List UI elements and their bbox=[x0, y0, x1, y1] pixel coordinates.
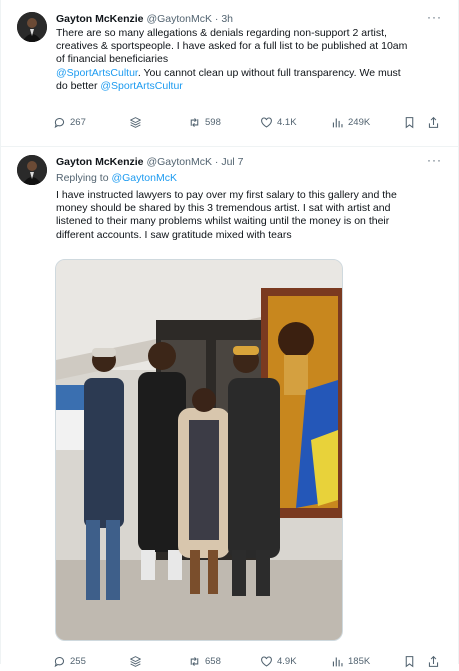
repost-count: 598 bbox=[205, 117, 221, 128]
views-icon bbox=[332, 118, 343, 128]
dot-separator: · bbox=[214, 13, 219, 25]
bookmark-icon bbox=[405, 117, 414, 129]
views-count: 185K bbox=[348, 656, 371, 667]
tweet-actions: 267 598 4.1K 249K bbox=[53, 116, 445, 132]
tweet-photo[interactable] bbox=[55, 259, 343, 641]
like-count: 4.1K bbox=[277, 117, 297, 128]
text-line: creatives & sportspeople. I have asked f… bbox=[56, 40, 408, 53]
author-handle[interactable]: @GaytonMcK bbox=[146, 13, 212, 25]
like-button[interactable]: 4.1K bbox=[260, 116, 297, 129]
text-segment: do better bbox=[56, 79, 98, 92]
mention-link[interactable]: @SportArtsCultur bbox=[56, 67, 138, 79]
more-options-icon[interactable]: ··· bbox=[427, 153, 442, 167]
like-count: 4.9K bbox=[277, 656, 297, 667]
bookmark-icon bbox=[405, 656, 414, 668]
author-name[interactable]: Gayton McKenzie bbox=[56, 156, 144, 168]
share-icon bbox=[428, 116, 439, 128]
author-handle[interactable]: @GaytonMcK bbox=[146, 156, 212, 168]
text-line: of financial beneficiaries bbox=[56, 53, 169, 66]
reply-icon bbox=[54, 117, 65, 129]
tweet-1[interactable]: Gayton McKenzie @GaytonMcK · 3h ··· Ther… bbox=[1, 0, 459, 147]
grok-icon bbox=[130, 656, 141, 667]
tweet-text: There are so many allegations & denials … bbox=[56, 27, 441, 93]
tweet-actions: 255 658 4.9K 185K bbox=[53, 655, 445, 671]
timeline: Gayton McKenzie @GaytonMcK · 3h ··· Ther… bbox=[0, 0, 459, 668]
share-icon bbox=[428, 655, 439, 667]
replying-to: Replying to @GaytonMcK bbox=[56, 172, 177, 185]
share-button[interactable] bbox=[427, 116, 440, 129]
dot-separator: · bbox=[214, 156, 219, 168]
mention-link[interactable]: @GaytonMcK bbox=[111, 172, 177, 184]
views-icon bbox=[332, 657, 343, 667]
repost-icon bbox=[190, 657, 199, 666]
views-button[interactable]: 249K bbox=[331, 116, 370, 129]
tweet-header: Gayton McKenzie @GaytonMcK · Jul 7 bbox=[56, 156, 244, 169]
bookmark-button[interactable] bbox=[403, 655, 416, 668]
reply-icon bbox=[54, 656, 65, 668]
replying-label: Replying to bbox=[56, 172, 109, 184]
text-line: money should be shared by this 3 tremend… bbox=[56, 202, 391, 215]
grok-button[interactable] bbox=[129, 116, 142, 129]
repost-button[interactable]: 658 bbox=[188, 655, 221, 668]
reply-count: 255 bbox=[70, 656, 86, 667]
grok-button[interactable] bbox=[129, 655, 142, 668]
timestamp[interactable]: 3h bbox=[221, 13, 233, 25]
like-button[interactable]: 4.9K bbox=[260, 655, 297, 668]
repost-button[interactable]: 598 bbox=[188, 116, 221, 129]
heart-icon bbox=[261, 656, 272, 667]
views-button[interactable]: 185K bbox=[331, 655, 370, 668]
reply-button[interactable]: 267 bbox=[53, 116, 86, 129]
text-line: different accounts. I saw gratitude mixe… bbox=[56, 228, 292, 241]
share-button[interactable] bbox=[427, 655, 440, 668]
more-options-icon[interactable]: ··· bbox=[427, 10, 442, 24]
views-count: 249K bbox=[348, 117, 371, 128]
text-line: I have instructed lawyers to pay over my… bbox=[56, 189, 397, 201]
repost-icon bbox=[190, 118, 199, 127]
avatar[interactable] bbox=[17, 12, 47, 42]
tweet-header: Gayton McKenzie @GaytonMcK · 3h bbox=[56, 13, 233, 26]
heart-icon bbox=[261, 117, 272, 128]
reply-count: 267 bbox=[70, 117, 86, 128]
mention-link[interactable]: @SportArtsCultur bbox=[100, 80, 182, 92]
author-name[interactable]: Gayton McKenzie bbox=[56, 13, 144, 25]
bookmark-button[interactable] bbox=[403, 116, 416, 129]
tweet-text: I have instructed lawyers to pay over my… bbox=[56, 189, 441, 242]
avatar[interactable] bbox=[17, 155, 47, 185]
grok-icon bbox=[130, 117, 141, 128]
timestamp[interactable]: Jul 7 bbox=[221, 156, 243, 168]
repost-count: 658 bbox=[205, 656, 221, 667]
text-line: listened to their many problems whilst w… bbox=[56, 215, 390, 228]
text-segment: . You cannot clean up without full trans… bbox=[137, 66, 401, 79]
text-line: There are so many allegations & denials … bbox=[56, 27, 387, 39]
reply-button[interactable]: 255 bbox=[53, 655, 86, 668]
tweet-2[interactable]: Gayton McKenzie @GaytonMcK · Jul 7 ··· R… bbox=[1, 147, 459, 668]
